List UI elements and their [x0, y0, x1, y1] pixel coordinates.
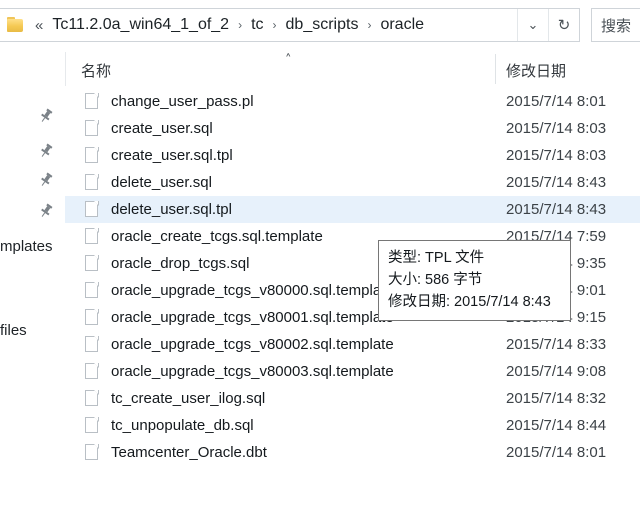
- file-name: oracle_upgrade_tcgs_v80001.sql.template: [111, 309, 394, 326]
- table-row[interactable]: tc_create_user_ilog.sql 2015/7/14 8:32: [65, 385, 640, 412]
- table-row[interactable]: create_user.sql.tpl 2015/7/14 8:03: [65, 142, 640, 169]
- breadcrumb-item-2[interactable]: db_scripts: [285, 16, 360, 34]
- file-name: delete_user.sql: [111, 174, 212, 191]
- file-info-tooltip: 类型: TPL 文件 大小: 586 字节 修改日期: 2015/7/14 8:…: [378, 240, 571, 321]
- table-row[interactable]: delete_user.sql 2015/7/14 8:43: [65, 169, 640, 196]
- pin-icon[interactable]: [38, 143, 54, 159]
- file-icon: [85, 363, 99, 380]
- file-date-modified: 2015/7/14 8:33: [506, 336, 607, 353]
- file-date-modified: 2015/7/14 8:43: [506, 201, 607, 218]
- breadcrumb-item-3[interactable]: oracle: [379, 16, 425, 34]
- file-name: oracle_create_tcgs.sql.template: [111, 228, 323, 245]
- file-name: tc_unpopulate_db.sql: [111, 417, 254, 434]
- table-row[interactable]: oracle_upgrade_tcgs_v80003.sql.template 2…: [65, 358, 640, 385]
- file-date-modified: 2015/7/14 8:01: [506, 444, 607, 461]
- table-row[interactable]: Teamcenter_Oracle.dbt 2015/7/14 8:01: [65, 439, 640, 466]
- file-date-modified: 2015/7/14 8:44: [506, 417, 607, 434]
- refresh-icon[interactable]: ↻: [548, 9, 579, 41]
- search-input-value: 搜索: [601, 17, 632, 35]
- tooltip-type-line: 类型: TPL 文件: [388, 250, 485, 266]
- search-input[interactable]: 搜索: [591, 8, 640, 42]
- table-row[interactable]: oracle_upgrade_tcgs_v80002.sql.template 2…: [65, 331, 640, 358]
- file-date-modified: 2015/7/14 9:08: [506, 363, 607, 380]
- file-icon: [85, 228, 99, 245]
- file-icon: [85, 120, 99, 137]
- column-divider[interactable]: [495, 54, 496, 84]
- chevron-down-icon[interactable]: ⌄: [517, 9, 548, 41]
- file-icon: [85, 147, 99, 164]
- tooltip-date-line: 修改日期: 2015/7/14 8:43: [388, 294, 551, 310]
- file-icon: [85, 417, 99, 434]
- file-icon: [85, 309, 99, 326]
- breadcrumb-item-0[interactable]: Tc11.2.0a_win64_1_of_2: [51, 16, 230, 34]
- file-name: create_user.sql.tpl: [111, 147, 233, 164]
- pin-icon[interactable]: [38, 108, 54, 124]
- tooltip-size-line: 大小: 586 字节: [388, 272, 483, 288]
- file-name: change_user_pass.pl: [111, 93, 254, 110]
- file-date-modified: 2015/7/14 8:01: [506, 93, 607, 110]
- folder-icon: [7, 17, 25, 33]
- file-icon: [85, 174, 99, 191]
- breadcrumb-separator-icon[interactable]: ›: [367, 18, 371, 32]
- file-date-modified: 2015/7/14 8:32: [506, 390, 607, 407]
- file-name: oracle_upgrade_tcgs_v80000.sql.template: [111, 282, 394, 299]
- file-icon: [85, 93, 99, 110]
- breadcrumb-item-1[interactable]: tc: [250, 16, 264, 34]
- file-name: oracle_drop_tcgs.sql: [111, 255, 250, 272]
- file-name: Teamcenter_Oracle.dbt: [111, 444, 267, 461]
- table-row[interactable]: create_user.sql 2015/7/14 8:03: [65, 115, 640, 142]
- file-icon: [85, 201, 99, 218]
- sort-ascending-icon: ˄: [285, 53, 292, 68]
- nav-item-label-templates[interactable]: mplates: [0, 238, 53, 255]
- navigation-pane: mplates files: [0, 86, 65, 507]
- column-header-name[interactable]: 名称: [81, 60, 111, 81]
- file-name: oracle_upgrade_tcgs_v80002.sql.template: [111, 336, 394, 353]
- breadcrumb: « Tc11.2.0a_win64_1_of_2 › tc › db_scrip…: [35, 16, 425, 34]
- address-bar[interactable]: « Tc11.2.0a_win64_1_of_2 › tc › db_scrip…: [0, 8, 580, 42]
- breadcrumb-separator-icon[interactable]: ›: [273, 18, 277, 32]
- file-date-modified: 2015/7/14 8:43: [506, 174, 607, 191]
- nav-item-label-files[interactable]: files: [0, 322, 27, 339]
- file-icon: [85, 444, 99, 461]
- file-icon: [85, 390, 99, 407]
- pane-divider: [65, 52, 66, 86]
- file-name: delete_user.sql.tpl: [111, 201, 232, 218]
- file-date-modified: 2015/7/14 8:03: [506, 120, 607, 137]
- table-row[interactable]: change_user_pass.pl 2015/7/14 8:01: [65, 88, 640, 115]
- column-header-row: ˄ 名称 修改日期: [0, 52, 640, 86]
- breadcrumb-separator-icon[interactable]: ›: [238, 18, 242, 32]
- file-icon: [85, 336, 99, 353]
- column-header-date-modified[interactable]: 修改日期: [506, 60, 566, 81]
- breadcrumb-overflow-icon[interactable]: «: [35, 17, 43, 34]
- file-icon: [85, 255, 99, 272]
- pin-icon[interactable]: [38, 172, 54, 188]
- file-name: oracle_upgrade_tcgs_v80003.sql.template: [111, 363, 394, 380]
- pin-icon[interactable]: [38, 203, 54, 219]
- file-date-modified: 2015/7/14 8:03: [506, 147, 607, 164]
- table-row[interactable]: delete_user.sql.tpl 2015/7/14 8:43: [65, 196, 640, 223]
- file-icon: [85, 282, 99, 299]
- table-row[interactable]: tc_unpopulate_db.sql 2015/7/14 8:44: [65, 412, 640, 439]
- file-name: create_user.sql: [111, 120, 213, 137]
- file-name: tc_create_user_ilog.sql: [111, 390, 266, 407]
